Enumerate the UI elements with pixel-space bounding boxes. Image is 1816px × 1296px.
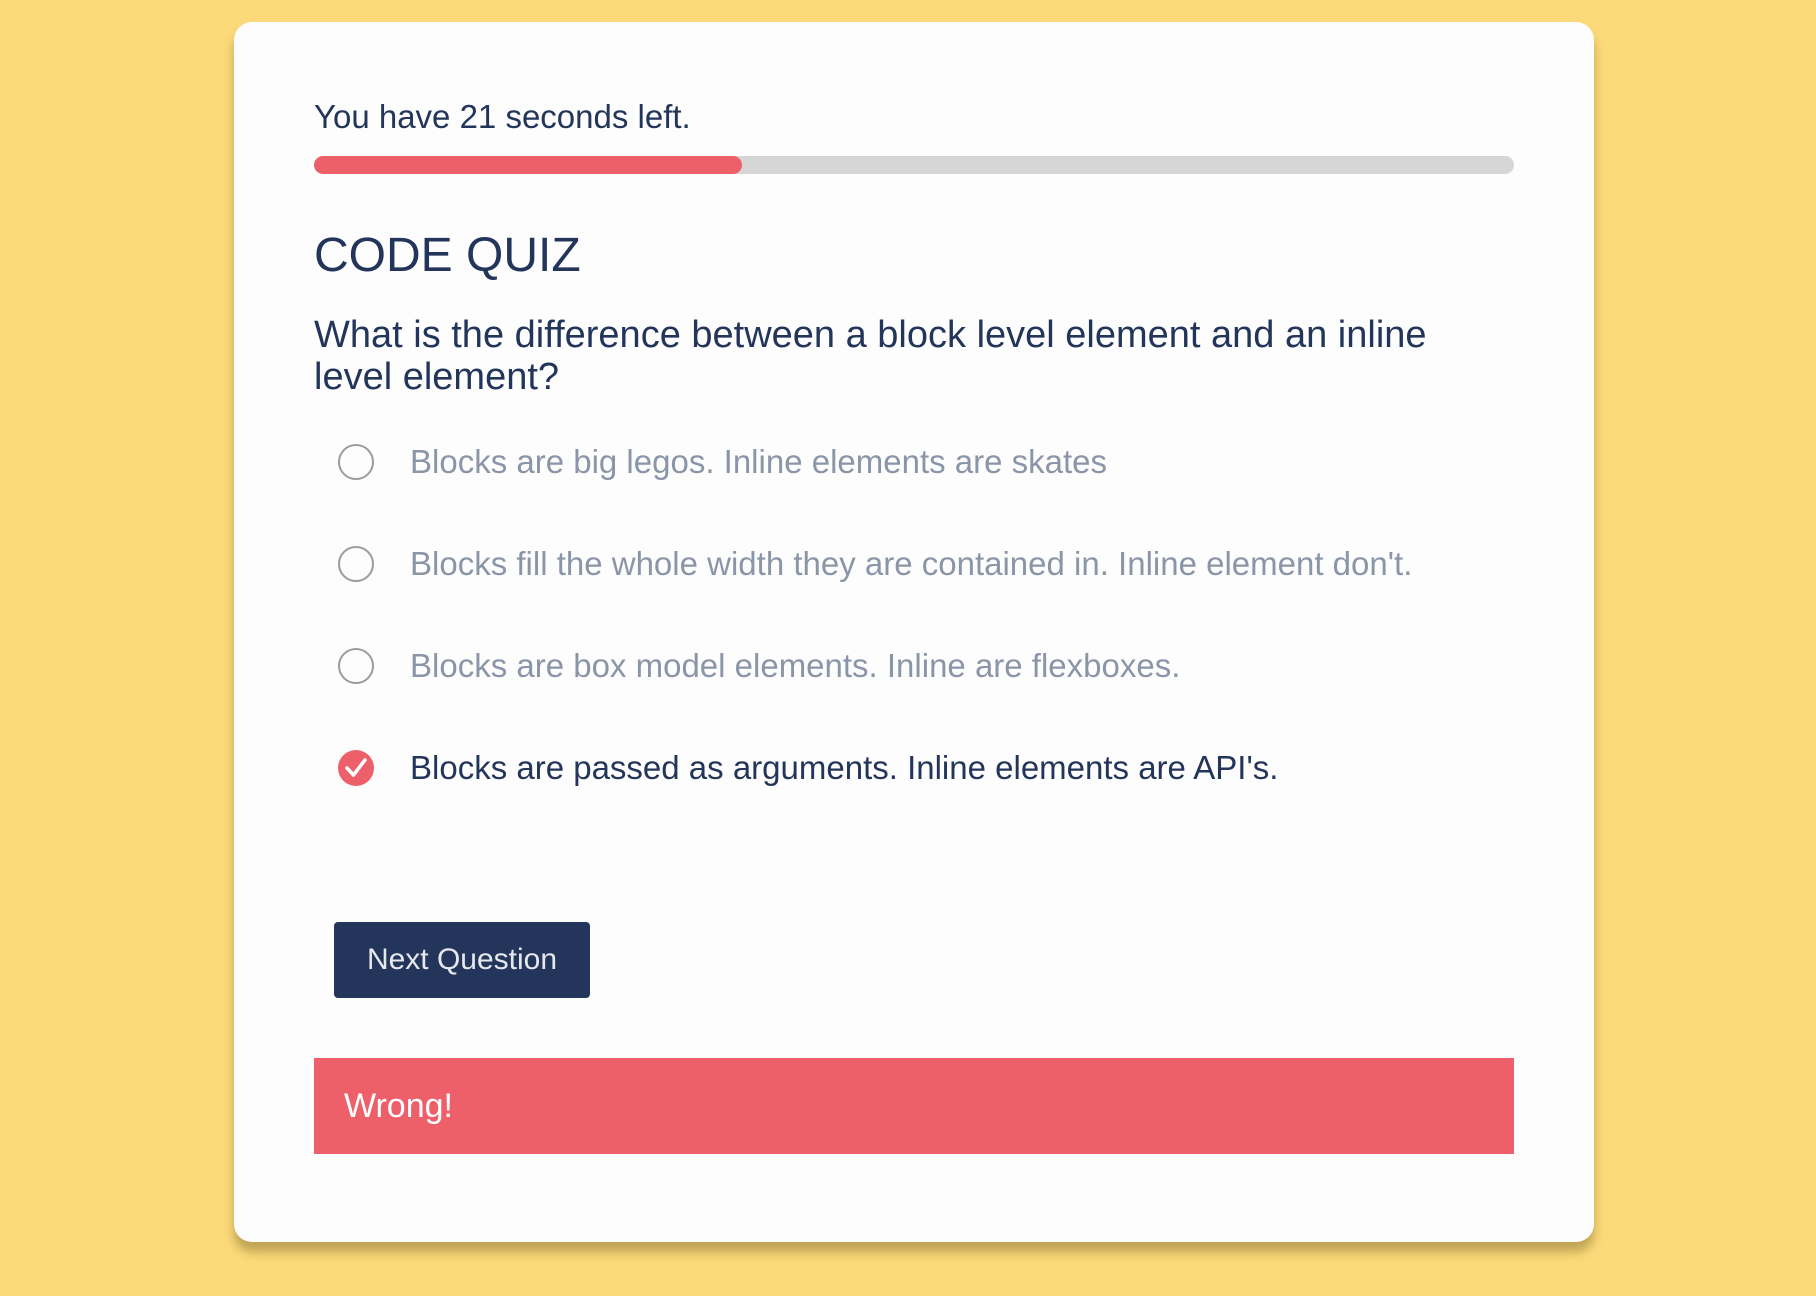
answer-label: Blocks fill the whole width they are con… <box>410 545 1413 582</box>
quiz-card: You have 21 seconds left. CODE QUIZ What… <box>234 22 1594 1242</box>
answer-label: Blocks are box model elements. Inline ar… <box>410 647 1181 684</box>
feedback-banner: Wrong! <box>314 1058 1514 1154</box>
answer-option-1[interactable]: Blocks are big legos. Inline elements ar… <box>338 432 1107 492</box>
timer-progress-bar <box>314 156 1514 174</box>
timer-text: You have 21 seconds left. <box>314 98 691 135</box>
answer-option-3[interactable]: Blocks are box model elements. Inline ar… <box>338 636 1180 696</box>
checkmark-icon <box>345 758 367 777</box>
timer-progress-fill <box>314 156 743 174</box>
answer-option-4[interactable]: Blocks are passed as arguments. Inline e… <box>338 738 1278 798</box>
checked-radio-icon[interactable] <box>338 750 374 786</box>
next-question-button[interactable]: Next Question <box>334 922 590 998</box>
radio-icon[interactable] <box>338 444 374 480</box>
radio-icon[interactable] <box>338 648 374 684</box>
question-text: What is the difference between a block l… <box>314 314 1427 398</box>
answer-label: Blocks are passed as arguments. Inline e… <box>410 749 1279 786</box>
page-title: CODE QUIZ <box>314 229 581 282</box>
answer-label: Blocks are big legos. Inline elements ar… <box>410 443 1108 480</box>
radio-icon[interactable] <box>338 546 374 582</box>
answer-option-2[interactable]: Blocks fill the whole width they are con… <box>338 534 1412 594</box>
feedback-text: Wrong! <box>344 1086 453 1125</box>
